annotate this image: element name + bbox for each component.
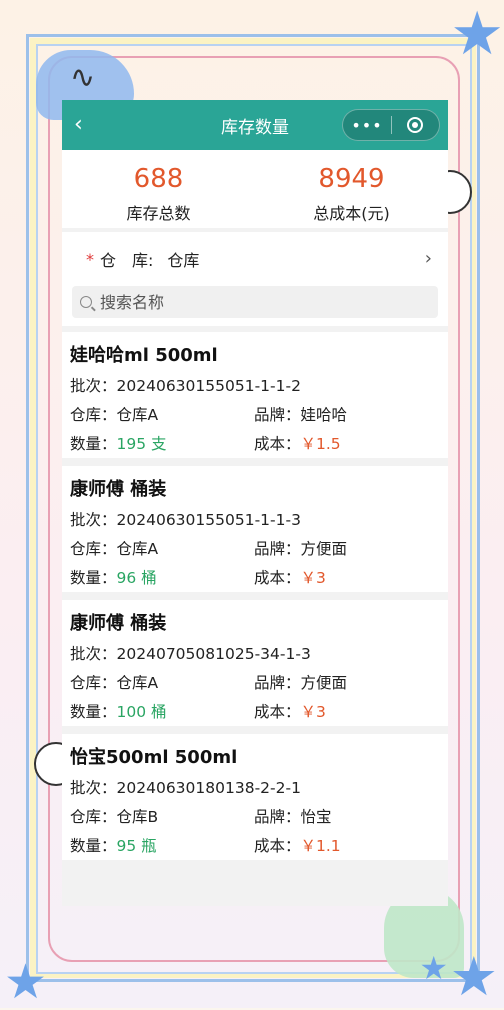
star-icon: ★: [419, 949, 448, 987]
star-icon: ★: [450, 0, 504, 69]
warehouse-brand-row: 仓库：仓库B 品牌：怡宝: [70, 806, 440, 828]
batch-label: 批次：: [70, 645, 117, 663]
qty-label: 数量：: [70, 569, 117, 587]
warehouse-selector[interactable]: * 仓 库: 仓库 ›: [72, 232, 438, 286]
cost-value: ￥1.1: [300, 837, 341, 855]
brand-label: 品牌：: [254, 406, 301, 424]
star-icon: ★: [4, 954, 48, 1010]
inventory-card[interactable]: 康师傅 桶装 批次： 20240630155051-1-1-3 仓库：仓库A 品…: [62, 466, 448, 592]
nav-bar: ‹ 库存数量 •••: [62, 100, 448, 150]
total-cost: 8949 总成本(元): [255, 150, 448, 228]
brand-label: 品牌：: [254, 674, 301, 692]
warehouse-brand-row: 仓库：仓库A 品牌：娃哈哈: [70, 404, 440, 426]
warehouse-label: 仓库：: [70, 674, 117, 692]
inventory-card[interactable]: 康师傅 桶装 批次： 20240705081025-34-1-3 仓库：仓库A …: [62, 600, 448, 726]
qty-value: 95 瓶: [116, 837, 157, 855]
batch-value: 20240630155051-1-1-3: [116, 511, 301, 529]
brand-value: 怡宝: [300, 808, 332, 826]
cost-label: 成本：: [254, 837, 301, 855]
item-name: 娃哈哈ml 500ml: [70, 345, 218, 366]
qty-value: 96 桶: [116, 569, 157, 587]
cost-label: 成本：: [254, 703, 301, 721]
warehouse-label: 仓库：: [70, 406, 117, 424]
more-menu-button[interactable]: •••: [343, 116, 391, 135]
summary-panel: 688 库存总数 8949 总成本(元): [62, 150, 448, 228]
batch-label: 批次：: [70, 511, 117, 529]
total-quantity-value: 688: [133, 164, 184, 194]
warehouse-label: 仓库：: [70, 540, 117, 558]
warehouse-brand-row: 仓库：仓库A 品牌：方便面: [70, 538, 440, 560]
batch-row: 批次： 20240630155051-1-1-3: [70, 509, 440, 531]
cost-value: ￥1.5: [300, 435, 341, 453]
brand-value: 方便面: [300, 674, 348, 692]
squiggle-decoration: ∿: [70, 60, 96, 95]
qty-label: 数量：: [70, 703, 117, 721]
search-input[interactable]: [98, 291, 402, 313]
target-icon: [407, 117, 424, 133]
warehouse-value: 仓库A: [116, 406, 159, 424]
app-screen: ‹ 库存数量 ••• 688 库存总数 8949 总成本(元) * 仓 库: 仓…: [62, 100, 448, 906]
brand-label: 品牌：: [254, 540, 301, 558]
qty-value: 100 桶: [116, 703, 167, 721]
mini-program-capsule: •••: [342, 109, 440, 141]
brand-label: 品牌：: [254, 808, 301, 826]
warehouse-value: 仓库A: [116, 540, 159, 558]
batch-row: 批次： 20240630180138-2-2-1: [70, 777, 440, 799]
filter-panel: * 仓 库: 仓库 ›: [62, 232, 448, 326]
back-arrow-icon[interactable]: ‹: [74, 112, 83, 137]
close-program-button[interactable]: [392, 117, 439, 133]
inventory-card[interactable]: 怡宝500ml 500ml 批次： 20240630180138-2-2-1 仓…: [62, 734, 448, 860]
cost-value: ￥3: [300, 703, 326, 721]
batch-value: 20240705081025-34-1-3: [116, 645, 311, 663]
brand-value: 娃哈哈: [300, 406, 348, 424]
inventory-card[interactable]: 娃哈哈ml 500ml 批次： 20240630155051-1-1-2 仓库：…: [62, 332, 448, 458]
batch-label: 批次：: [70, 377, 117, 395]
batch-value: 20240630155051-1-1-2: [116, 377, 301, 395]
qty-cost-row: 数量：95 瓶 成本：￥1.1: [70, 835, 440, 857]
cost-label: 成本：: [254, 569, 301, 587]
total-cost-label: 总成本(元): [313, 204, 390, 223]
item-name: 康师傅 桶装: [70, 479, 167, 500]
warehouse-value: 仓库A: [116, 674, 159, 692]
required-mark: *: [86, 249, 94, 269]
qty-label: 数量：: [70, 435, 117, 453]
batch-row: 批次： 20240705081025-34-1-3: [70, 643, 440, 665]
total-quantity-label: 库存总数: [126, 204, 191, 223]
search-bar: [72, 286, 438, 318]
star-icon: ★: [449, 945, 498, 1008]
batch-value: 20240630180138-2-2-1: [116, 779, 301, 797]
total-quantity: 688 库存总数: [62, 150, 255, 228]
cost-value: ￥3: [300, 569, 326, 587]
qty-label: 数量：: [70, 837, 117, 855]
qty-cost-row: 数量：96 桶 成本：￥3: [70, 567, 440, 589]
qty-cost-row: 数量：100 桶 成本：￥3: [70, 701, 440, 723]
inventory-list: 娃哈哈ml 500ml 批次： 20240630155051-1-1-2 仓库：…: [62, 332, 448, 860]
item-name: 康师傅 桶装: [70, 613, 167, 634]
brand-value: 方便面: [300, 540, 348, 558]
warehouse-label: 仓 库:: [100, 251, 154, 270]
item-name: 怡宝500ml 500ml: [70, 747, 238, 768]
qty-value: 195 支: [116, 435, 167, 453]
page-title: 库存数量: [221, 117, 289, 138]
warehouse-label: 仓库：: [70, 808, 117, 826]
total-cost-value: 8949: [318, 164, 385, 194]
warehouse-value: 仓库B: [116, 808, 159, 826]
qty-cost-row: 数量：195 支 成本：￥1.5: [70, 433, 440, 455]
warehouse-brand-row: 仓库：仓库A 品牌：方便面: [70, 672, 440, 694]
batch-label: 批次：: [70, 779, 117, 797]
warehouse-value: 仓库: [167, 251, 200, 270]
cost-label: 成本：: [254, 435, 301, 453]
batch-row: 批次： 20240630155051-1-1-2: [70, 375, 440, 397]
search-icon: [80, 296, 92, 308]
chevron-right-icon: ›: [424, 248, 432, 269]
